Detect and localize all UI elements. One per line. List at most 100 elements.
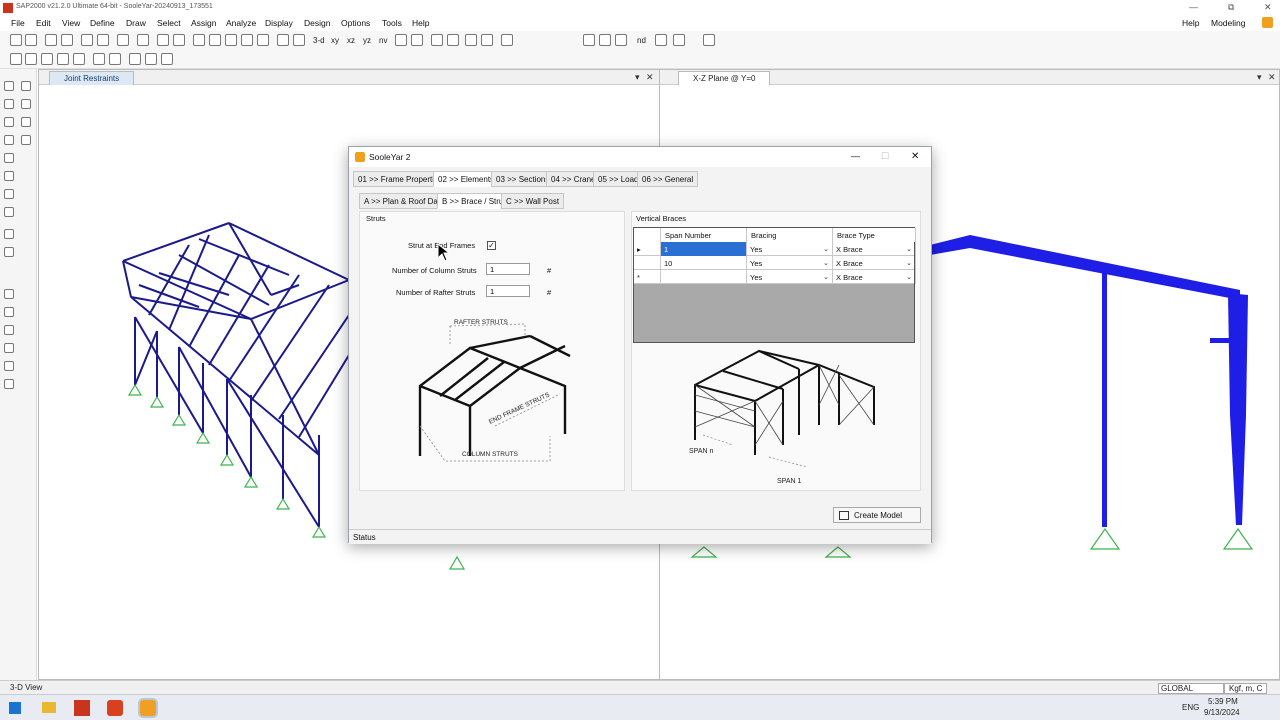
snap-midpoint-icon[interactable] xyxy=(4,307,14,317)
view-nv-button[interactable]: nv xyxy=(379,36,387,45)
zoom-window-icon[interactable] xyxy=(193,34,205,46)
vertical-braces-grid[interactable]: Span Number Bracing Brace Type ▸ 1 Yes ⌄ … xyxy=(633,227,916,343)
draw-section-cut-icon[interactable] xyxy=(4,207,14,217)
snap-line-icon[interactable] xyxy=(4,361,14,371)
brace-type-cell[interactable]: X Brace ⌄ xyxy=(833,256,916,270)
perspective-icon[interactable] xyxy=(411,34,423,46)
start-icon[interactable] xyxy=(9,702,21,714)
menu-options[interactable]: Options xyxy=(341,18,370,28)
view-xz-dropdown-icon[interactable]: ▾ xyxy=(1257,72,1262,83)
minimize-button[interactable]: — xyxy=(1189,2,1198,12)
clock-time[interactable]: 5:39 PM xyxy=(1208,697,1238,706)
view-xz-tab[interactable]: X-Z Plane @ Y=0 xyxy=(678,71,771,85)
view-3d-close-icon[interactable]: ✕ xyxy=(646,72,654,83)
span-number-cell[interactable] xyxy=(661,270,747,284)
sap2000-taskbar-icon[interactable] xyxy=(74,700,90,716)
draw-line-icon[interactable] xyxy=(21,99,31,109)
text-icon[interactable] xyxy=(673,34,685,46)
show-undeformed-icon[interactable] xyxy=(501,34,513,46)
sooleyar-taskbar-icon[interactable] xyxy=(138,698,158,718)
view-3d-tab[interactable]: Joint Restraints xyxy=(49,71,135,85)
menu-edit[interactable]: Edit xyxy=(36,18,51,28)
select-link-icon[interactable] xyxy=(73,53,85,65)
brace-type-cell[interactable]: X Brace ⌄ xyxy=(833,242,916,256)
snap-fine-grid-icon[interactable] xyxy=(4,379,14,389)
print-icon[interactable] xyxy=(61,34,73,46)
view-nd-button[interactable]: nd xyxy=(637,36,646,45)
app-taskbar-icon[interactable] xyxy=(107,700,123,716)
menu-tools[interactable]: Tools xyxy=(382,18,402,28)
draw-area-icon[interactable] xyxy=(4,117,14,127)
zoom-previous-icon[interactable] xyxy=(257,34,269,46)
grid-col-bracing[interactable]: Bracing xyxy=(747,228,833,242)
span-number-cell[interactable]: 10 xyxy=(661,256,747,270)
view-3d-dropdown-icon[interactable]: ▾ xyxy=(635,72,640,83)
subtab-wall-post[interactable]: C >> Wall Post xyxy=(501,193,565,209)
column-struts-input[interactable] xyxy=(486,263,530,275)
draw-cable-icon[interactable] xyxy=(599,34,611,46)
spring-icon[interactable] xyxy=(109,53,121,65)
draw-frame-icon[interactable] xyxy=(583,34,595,46)
brace-type-cell[interactable]: X Brace ⌄ xyxy=(833,270,916,284)
rafter-struts-input[interactable] xyxy=(486,285,530,297)
redo-icon[interactable] xyxy=(97,34,109,46)
dialog-close-button[interactable]: ✕ xyxy=(911,151,919,162)
save-icon[interactable] xyxy=(45,34,57,46)
zoom-out-icon[interactable] xyxy=(225,34,237,46)
zoom-in-icon[interactable] xyxy=(209,34,221,46)
zoom-full-icon[interactable] xyxy=(241,34,253,46)
chevron-down-icon[interactable]: ⌄ xyxy=(906,259,912,267)
bracing-cell[interactable]: Yes ⌄ xyxy=(747,242,833,256)
view-yz-button[interactable]: yz xyxy=(363,36,371,45)
release-icon[interactable] xyxy=(129,53,141,65)
draw-secondary-icon[interactable] xyxy=(4,171,14,181)
tab-general[interactable]: 06 >> General xyxy=(637,171,699,187)
file-explorer-icon[interactable] xyxy=(42,702,56,713)
chevron-down-icon[interactable]: ⌄ xyxy=(823,273,829,281)
draw-brace-icon[interactable] xyxy=(4,153,14,163)
chevron-down-icon[interactable]: ⌄ xyxy=(906,245,912,253)
lock-icon[interactable] xyxy=(137,34,149,46)
grid-col-brace-type[interactable]: Brace Type xyxy=(833,228,916,242)
reshape-icon[interactable] xyxy=(21,81,31,91)
subtab-plan-roof[interactable]: A >> Plan & Roof Data xyxy=(359,193,450,209)
menu-define[interactable]: Define xyxy=(90,18,115,28)
draw-solid-icon[interactable] xyxy=(21,135,31,145)
view-3d-button[interactable]: 3-d xyxy=(313,36,325,45)
snap-perpendicular-icon[interactable] xyxy=(4,343,14,353)
menu-design[interactable]: Design xyxy=(304,18,330,28)
menu-draw[interactable]: Draw xyxy=(126,18,146,28)
menu-view[interactable]: View xyxy=(62,18,80,28)
chevron-down-icon[interactable]: ⌄ xyxy=(823,245,829,253)
dialog-minimize-button[interactable]: — xyxy=(851,151,860,161)
help-link[interactable]: Help xyxy=(1182,18,1199,28)
move-down-icon[interactable] xyxy=(447,34,459,46)
create-model-button[interactable]: Create Model xyxy=(833,507,921,523)
pointer-icon[interactable] xyxy=(4,81,14,91)
menu-assign[interactable]: Assign xyxy=(191,18,217,28)
span-number-cell[interactable]: 1 xyxy=(661,242,747,256)
draw-rect-icon[interactable] xyxy=(21,117,31,127)
open-file-icon[interactable] xyxy=(25,34,37,46)
more-tools-icon[interactable] xyxy=(161,53,173,65)
menu-display[interactable]: Display xyxy=(265,18,293,28)
object-shrink-icon[interactable] xyxy=(465,34,477,46)
view-xy-button[interactable]: xy xyxy=(331,36,339,45)
tab-load[interactable]: 05 >> Load xyxy=(593,171,644,187)
dialog-maximize-button[interactable]: ☐ xyxy=(881,151,889,162)
bracing-cell[interactable]: Yes ⌄ xyxy=(747,256,833,270)
draw-grid-icon[interactable] xyxy=(4,189,14,199)
restraint-icon[interactable] xyxy=(93,53,105,65)
snap-joint-icon[interactable] xyxy=(4,289,14,299)
table-row[interactable]: ▸ 1 Yes ⌄ X Brace ⌄ xyxy=(634,242,916,256)
display-options-icon[interactable] xyxy=(481,34,493,46)
chevron-down-icon[interactable]: ⌄ xyxy=(906,273,912,281)
view-xz-button[interactable]: xz xyxy=(347,36,355,45)
select-frame-icon[interactable] xyxy=(41,53,53,65)
select-area-icon[interactable] xyxy=(57,53,69,65)
tab-sections[interactable]: 03 >> Sections xyxy=(491,171,555,187)
new-file-icon[interactable] xyxy=(10,34,22,46)
rotate-icon[interactable] xyxy=(293,34,305,46)
tab-elements[interactable]: 02 >> Elements xyxy=(433,171,500,187)
assign-icon[interactable] xyxy=(655,34,667,46)
